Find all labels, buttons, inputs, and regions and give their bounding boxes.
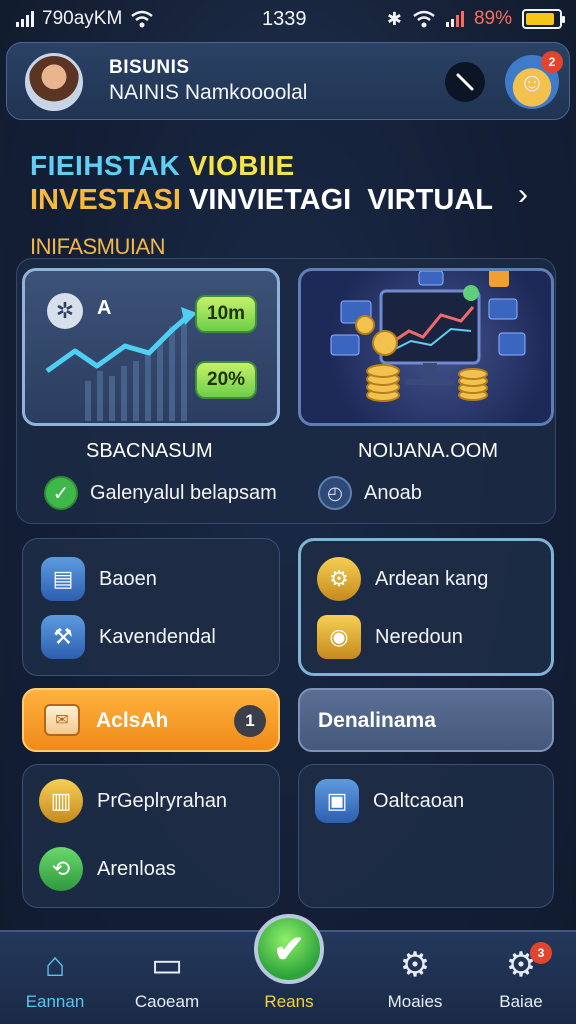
tile-item-prgeplryrahan[interactable]: ▥ PrGeplryrahan [39, 779, 227, 823]
tile-item-ardean-kang[interactable]: ⚙ Ardean kang [317, 557, 488, 601]
tile-item-arenloas[interactable]: ⟲ Arenloas [39, 847, 176, 891]
header-subtitle: NAINIS Namkoooolal [109, 81, 308, 104]
nav-item-home[interactable]: ⌂ Eannan [0, 932, 110, 1024]
nav-label: Eannan [25, 992, 85, 1011]
section-label: INIFASMUIAN [30, 234, 166, 259]
carrier-name: 790ayKM [42, 8, 123, 29]
notification-badge: 2 [541, 51, 563, 73]
tile-item-neredoun[interactable]: ◉ Neredoun [317, 615, 463, 659]
status-time: 1339 [262, 8, 307, 30]
nav-label: Moaies [387, 992, 443, 1011]
home-icon: ⌂ [44, 946, 66, 984]
right-status-text: Anoab [364, 481, 422, 504]
hero-title-line1-a: FIEIHSTAK [30, 150, 181, 181]
status-bar: 790ayKM 1339 ✱ 89% [0, 0, 576, 38]
pill-bottom: 20% [195, 361, 258, 399]
cell-signal-icon [445, 11, 464, 27]
growth-chart-graphic [45, 307, 197, 421]
hero-title-line2: INVESTASI VINVIETAGI VIRTUAL [30, 184, 493, 217]
nav-item-monitor[interactable]: ▭ Caoeam [112, 932, 222, 1024]
info-icon[interactable]: 1 [234, 705, 266, 737]
tile-item-oaltcaoan[interactable]: ▣ Oaltcaoan [315, 779, 464, 823]
hero-title-line1-b: VIOBIIE [188, 150, 295, 181]
tile-left-bottom: ▥ PrGeplryrahan ⟲ Arenloas [22, 764, 280, 908]
book-icon: ▥ [39, 779, 83, 823]
check-icon[interactable]: ✔ [254, 914, 324, 984]
tile-item-label: Neredoun [375, 625, 463, 648]
tile-item-label: Arenloas [97, 857, 176, 880]
slate-action-label: Denalinama [318, 709, 436, 732]
status-right: ✱ 89% [386, 8, 565, 30]
header-title: BISUNIS [109, 57, 190, 78]
left-caption: SBACNASUM [86, 440, 213, 462]
safe-icon: ◉ [317, 615, 361, 659]
document-check-icon: ▣ [315, 779, 359, 823]
investment-illustration[interactable] [298, 268, 554, 426]
chart-card[interactable]: ✲ A 10m 20% [22, 268, 280, 426]
tile-left-top: ▤ Baoen ⚒ Kavendendal [22, 538, 280, 676]
tile-item-kavendendal[interactable]: ⚒ Kavendendal [41, 615, 216, 659]
tile-item-label: Kavendendal [99, 625, 216, 648]
tools-icon: ⚒ [41, 615, 85, 659]
status-left: 790ayKM [16, 8, 154, 30]
tile-item-label: Ardean kang [375, 567, 489, 590]
slash-icon[interactable] [445, 62, 485, 102]
battery-icon [522, 9, 565, 29]
bluetooth-icon: ✱ [386, 8, 402, 29]
nav-label: Reans [264, 992, 314, 1011]
pill-top: 10m [195, 295, 258, 333]
tile-item-baoen[interactable]: ▤ Baoen [41, 557, 157, 601]
tile-item-label: PrGeplryrahan [97, 789, 228, 812]
tile-right-top: ⚙ Ardean kang ◉ Neredoun [298, 538, 554, 676]
stack-icon: ▤ [41, 557, 85, 601]
nav-item-settings[interactable]: ⚙ Moaies [360, 932, 470, 1024]
gear-coin-icon: ⚙ [317, 557, 361, 601]
refresh-icon: ⟲ [39, 847, 83, 891]
wifi-icon [131, 10, 154, 28]
nav-label: Caoeam [134, 992, 200, 1011]
wifi-icon-right [413, 10, 435, 28]
right-status-row[interactable]: ◴ Anoab [318, 476, 422, 510]
envelope-icon: ✉ [44, 704, 80, 736]
profile-button[interactable]: ☺ 2 [505, 51, 563, 109]
clock-icon: ◴ [318, 476, 352, 510]
tile-right-bottom: ▣ Oaltcaoan [298, 764, 554, 908]
left-status-text: Galenyalul belapsam [90, 481, 277, 504]
right-caption: NOIJANA.OOM [358, 440, 499, 462]
avatar[interactable] [25, 53, 83, 111]
hero-title-line1: FIEIHSTAK VIOBIIE [30, 150, 295, 182]
gear-icon: ⚙ [399, 946, 431, 984]
orange-action-label: AclsAh [96, 709, 169, 732]
check-circle-icon: ✓ [44, 476, 78, 510]
hero-title-line2-b: VINVIETAGI VIRTUAL [189, 184, 493, 216]
nav-badge: 3 [530, 942, 552, 964]
left-status-row[interactable]: ✓ Galenyalul belapsam [44, 476, 277, 510]
chevron-right-icon[interactable]: › [518, 178, 528, 212]
monitor-icon: ▭ [150, 946, 184, 984]
tile-item-label: Baoen [99, 567, 157, 590]
hero-title-line2-a: INVESTASI [30, 184, 181, 216]
slate-action-button[interactable]: Denalinama [298, 688, 554, 752]
battery-percent: 89% [473, 8, 512, 29]
nav-item-more[interactable]: ⚙ Baiae 3 [466, 932, 576, 1024]
orange-action-button[interactable]: ✉ AclsAh 1 [22, 688, 280, 752]
nav-label: Baiae [499, 992, 543, 1011]
tile-item-label: Oaltcaoan [373, 789, 465, 812]
signal-icon [16, 11, 34, 27]
trading-desk-graphic [330, 271, 526, 402]
app-header: BISUNIS NAINIS Namkoooolal ☺ 2 [6, 42, 570, 120]
user-face-icon: ☺ [518, 66, 546, 97]
